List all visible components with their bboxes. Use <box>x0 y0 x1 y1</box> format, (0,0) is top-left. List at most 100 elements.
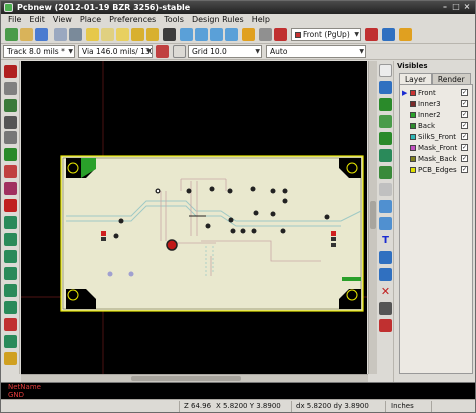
zoom-fit-icon[interactable] <box>225 28 238 41</box>
layer-row[interactable]: PCB_Edges ✓ <box>400 165 472 175</box>
zoom-select[interactable]: Auto ▼ <box>266 45 366 58</box>
grid-select[interactable]: Grid 10.0 ▼ <box>188 45 262 58</box>
add-zone-icon[interactable] <box>379 149 392 162</box>
layer-color-swatch[interactable] <box>410 90 416 96</box>
layers-manager-icon[interactable] <box>4 335 17 348</box>
layer-visibility-checkbox[interactable]: ✓ <box>461 155 468 162</box>
open-icon[interactable] <box>20 28 33 41</box>
track-width-select[interactable]: Track 8.0 mils * ▼ <box>3 45 75 58</box>
layer-visibility-checkbox[interactable]: ✓ <box>461 111 468 118</box>
layer-visibility-checkbox[interactable]: ✓ <box>461 122 468 129</box>
copy-icon[interactable] <box>101 28 114 41</box>
zoom-redraw-icon[interactable] <box>210 28 223 41</box>
zone-fill-icon[interactable] <box>4 216 17 229</box>
tab-layer[interactable]: Layer <box>399 73 432 84</box>
layer-row[interactable]: Mask_Back ✓ <box>400 154 472 164</box>
canvas-vertical-scrollbar[interactable] <box>368 61 377 374</box>
layer-color-swatch[interactable] <box>410 134 416 140</box>
drc-off-icon[interactable] <box>4 65 17 78</box>
track-sketch-icon[interactable] <box>4 301 17 314</box>
units-inch-icon[interactable] <box>4 116 17 129</box>
netlist-icon[interactable] <box>259 28 272 41</box>
find-icon[interactable] <box>242 28 255 41</box>
page-settings-icon[interactable] <box>54 28 67 41</box>
zone-sketch-icon[interactable] <box>4 250 17 263</box>
select-arrow-icon[interactable] <box>379 64 392 77</box>
zoom-in-icon[interactable] <box>180 28 193 41</box>
layer-row[interactable]: Mask_Front ✓ <box>400 143 472 153</box>
close-icon[interactable]: × <box>462 2 472 12</box>
auto-track-width-icon[interactable] <box>156 45 169 58</box>
layer-visibility-checkbox[interactable]: ✓ <box>461 89 468 96</box>
layer-row[interactable]: Back ✓ <box>400 121 472 131</box>
layer-color-swatch[interactable] <box>410 145 416 151</box>
layer-color-swatch[interactable] <box>410 156 416 162</box>
zoom-out-icon[interactable] <box>195 28 208 41</box>
add-target-icon[interactable] <box>379 268 392 281</box>
redo-icon[interactable] <box>146 28 159 41</box>
menu-place[interactable]: Place <box>76 14 105 26</box>
menu-tools[interactable]: Tools <box>160 14 188 26</box>
layer-row[interactable]: Inner2 ✓ <box>400 110 472 120</box>
layer-row[interactable]: ▶ Front ✓ <box>400 88 472 98</box>
autoroute-icon[interactable] <box>399 28 412 41</box>
units-mm-icon[interactable] <box>4 131 17 144</box>
via-size-select[interactable]: Via 146.0 mils/ 130.0▼ <box>78 45 153 58</box>
high-contrast-icon[interactable] <box>4 318 17 331</box>
ratsnest-icon[interactable] <box>4 165 17 178</box>
cut-icon[interactable] <box>86 28 99 41</box>
layer-visibility-checkbox[interactable]: ✓ <box>461 100 468 107</box>
layer-pair-icon[interactable] <box>365 28 378 41</box>
layer-row[interactable]: Inner3 ✓ <box>400 99 472 109</box>
pad-sketch-icon[interactable] <box>4 267 17 280</box>
grid-toggle-icon[interactable] <box>4 82 17 95</box>
set-origin-icon[interactable] <box>379 302 392 315</box>
polar-coords-icon[interactable] <box>4 99 17 112</box>
cursor-shape-icon[interactable] <box>4 148 17 161</box>
layer-color-swatch[interactable] <box>410 112 416 118</box>
grid-icon[interactable] <box>173 45 186 58</box>
paste-icon[interactable] <box>116 28 129 41</box>
layer-row[interactable]: SilkS_Front ✓ <box>400 132 472 142</box>
layer-visibility-checkbox[interactable]: ✓ <box>461 166 468 173</box>
library-icon[interactable] <box>69 28 82 41</box>
add-arc-icon[interactable] <box>379 217 392 230</box>
layer-color-swatch[interactable] <box>410 167 416 173</box>
print-icon[interactable] <box>163 28 176 41</box>
add-circle-icon[interactable] <box>379 200 392 213</box>
grid-origin-icon[interactable] <box>379 319 392 332</box>
add-module-icon[interactable] <box>379 115 392 128</box>
menu-preferences[interactable]: Preferences <box>105 14 160 26</box>
microwave-tools-icon[interactable] <box>4 352 17 365</box>
undo-icon[interactable] <box>131 28 144 41</box>
pcb-canvas[interactable] <box>21 61 367 374</box>
via-sketch-icon[interactable] <box>4 284 17 297</box>
layer-color-swatch[interactable] <box>410 101 416 107</box>
menu-edit[interactable]: Edit <box>25 14 49 26</box>
module-ratsnest-icon[interactable] <box>4 182 17 195</box>
canvas-horizontal-scrollbar[interactable] <box>21 374 368 382</box>
add-keepout-icon[interactable] <box>379 166 392 179</box>
menu-file[interactable]: File <box>4 14 25 26</box>
minimize-icon[interactable]: – <box>440 2 450 12</box>
layer-select[interactable]: Front (PgUp) ▼ <box>291 28 361 41</box>
menu-design-rules[interactable]: Design Rules <box>188 14 248 26</box>
add-track-icon[interactable] <box>379 132 392 145</box>
add-line-icon[interactable] <box>379 183 392 196</box>
add-text-icon[interactable]: T <box>379 234 392 247</box>
auto-delete-track-icon[interactable] <box>4 199 17 212</box>
menu-view[interactable]: View <box>49 14 76 26</box>
layer-color-swatch[interactable] <box>410 123 416 129</box>
maximize-icon[interactable]: □ <box>451 2 461 12</box>
menu-help[interactable]: Help <box>248 14 274 26</box>
delete-icon[interactable]: ✕ <box>379 285 392 298</box>
layer-visibility-checkbox[interactable]: ✓ <box>461 144 468 151</box>
vertical-scroll-thumb[interactable] <box>370 201 376 229</box>
horizontal-scroll-thumb[interactable] <box>131 376 241 381</box>
local-ratsnest-icon[interactable] <box>379 98 392 111</box>
highlight-net-icon[interactable] <box>379 81 392 94</box>
add-dimension-icon[interactable] <box>379 251 392 264</box>
new-board-icon[interactable] <box>5 28 18 41</box>
zone-outline-icon[interactable] <box>4 233 17 246</box>
drc-icon[interactable] <box>274 28 287 41</box>
